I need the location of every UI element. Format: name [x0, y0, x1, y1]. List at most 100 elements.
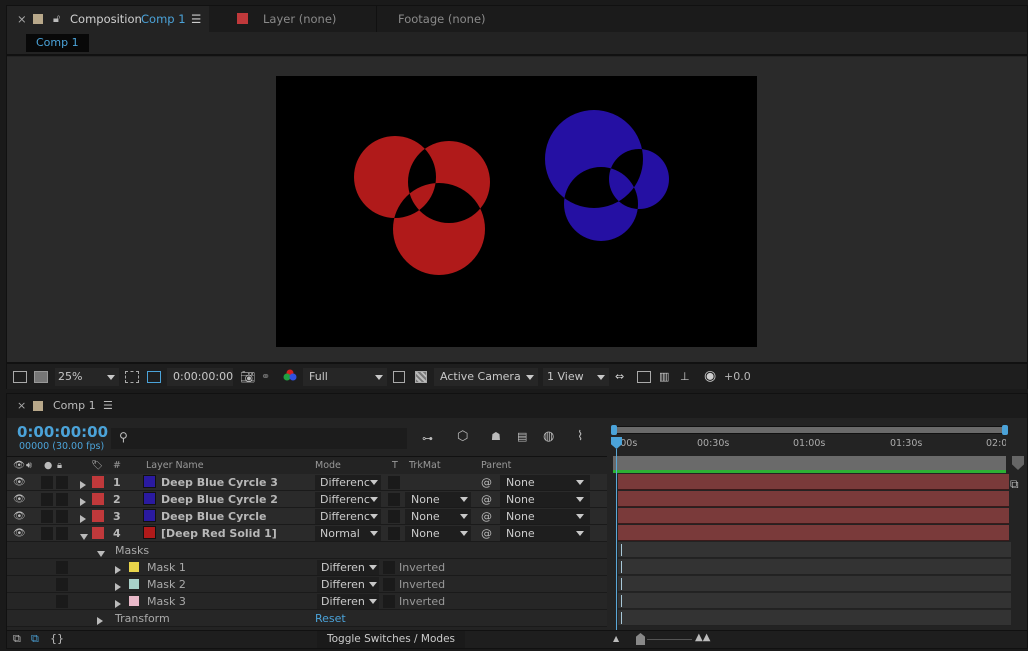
resolution-dropdown[interactable]: Full	[303, 368, 387, 386]
layer-row[interactable]: 👁︎ 2 Deep Blue Cyrcle 2 Differenc None @…	[7, 491, 607, 508]
eye-icon[interactable]: 👁︎	[13, 509, 26, 524]
zoom-in-icon[interactable]: ▲▲	[695, 632, 710, 643]
pick-whip-icon[interactable]: @	[481, 492, 492, 507]
region-of-interest-icon[interactable]	[125, 371, 139, 383]
time-ruler[interactable]: 0:00s 00:30s 01:00s 01:30s 02:00s	[611, 436, 1006, 454]
lock-icon[interactable]: 🔓︎	[53, 6, 60, 32]
layer-row[interactable]: 👁︎ 4 [Deep Red Solid 1] Normal None @ No…	[7, 525, 607, 542]
blend-mode-dropdown[interactable]: Differenc	[315, 492, 381, 507]
parent-dropdown[interactable]: None	[500, 526, 590, 541]
layer-name[interactable]: Deep Blue Cyrcle	[161, 509, 266, 524]
shy-layers-icon[interactable]: ☗	[491, 430, 501, 443]
show-snapshot-icon[interactable]: ⚭	[261, 368, 270, 386]
trkmat-dropdown[interactable]: None	[405, 509, 471, 524]
solo-switch[interactable]	[41, 527, 53, 540]
draft-3d-icon[interactable]: ⬡	[457, 429, 468, 444]
transform-row[interactable]: Transform Reset	[7, 610, 607, 627]
current-time[interactable]: 0:00:00:00	[17, 423, 108, 441]
blend-mode-dropdown[interactable]: Differenc	[315, 509, 381, 524]
mask-row[interactable]: Mask 2 Differen Inverted	[7, 576, 607, 593]
views-dropdown[interactable]: 1 View	[543, 368, 609, 386]
keyframe-ibeam-icon[interactable]	[621, 561, 625, 573]
mask-lock-switch[interactable]	[56, 595, 68, 608]
col-trkmat[interactable]: TrkMat	[409, 460, 441, 471]
mask-color-swatch[interactable]	[129, 596, 139, 606]
layer-switches-icon[interactable]: ⧉	[13, 632, 21, 646]
camera-dropdown[interactable]: Active Camera	[434, 368, 538, 386]
preserve-transparency-switch[interactable]	[388, 527, 400, 540]
mask-mode-dropdown[interactable]: Differen	[317, 560, 379, 575]
keyframe-ibeam-icon[interactable]	[621, 578, 625, 590]
frame-blending-icon[interactable]: ▤	[517, 430, 527, 443]
work-area-bar[interactable]	[613, 456, 1006, 470]
tab-footage[interactable]: Footage (none)	[376, 6, 576, 32]
solo-switch[interactable]	[41, 510, 53, 523]
navigator-start-handle[interactable]	[611, 425, 617, 435]
layer-duration-bar[interactable]	[618, 491, 1009, 507]
parent-dropdown[interactable]: None	[500, 475, 590, 490]
tab-layer[interactable]: Layer (none)	[217, 6, 375, 32]
blend-mode-dropdown[interactable]: Normal	[315, 526, 381, 541]
mask-lock-switch[interactable]	[56, 561, 68, 574]
trkmat-dropdown[interactable]: None	[405, 526, 471, 541]
monitor-icon[interactable]	[34, 371, 48, 383]
preserve-transparency-switch[interactable]	[388, 510, 400, 523]
solo-icon[interactable]: ●	[44, 460, 52, 471]
checkerboard-icon[interactable]	[415, 371, 427, 383]
mask-inverted-checkbox[interactable]	[383, 595, 395, 608]
keyframe-ibeam-icon[interactable]	[621, 595, 625, 607]
timecode-display[interactable]: 0:00:00:00	[167, 368, 233, 386]
eye-icon[interactable]: 👁︎	[13, 492, 26, 507]
pick-whip-icon[interactable]: @	[481, 475, 492, 490]
layer-duration-bar[interactable]	[618, 525, 1009, 541]
solo-switch[interactable]	[41, 476, 53, 489]
lock-switch[interactable]	[56, 510, 68, 523]
zoom-slider-handle[interactable]	[636, 633, 645, 645]
in-out-icon[interactable]: {}	[50, 632, 64, 645]
eye-icon[interactable]: 👁︎	[13, 475, 26, 490]
timeline-icon[interactable]: ▥	[659, 368, 669, 386]
flowchart-icon[interactable]: ⊥	[680, 368, 690, 386]
mask-color-swatch[interactable]	[129, 562, 139, 572]
panel-menu-icon[interactable]: ☰	[191, 6, 201, 32]
fast-draft-icon[interactable]	[637, 371, 651, 383]
lock-switch[interactable]	[56, 476, 68, 489]
audio-icon[interactable]: 🔊︎	[26, 460, 32, 471]
col-t[interactable]: T	[392, 460, 398, 471]
zoom-dropdown[interactable]: 25%	[55, 368, 119, 386]
transparency-grid-icon[interactable]	[147, 371, 161, 383]
toggle-pixel-aspect-icon[interactable]: ⇔	[615, 368, 624, 386]
mask-name[interactable]: Mask 1	[147, 560, 186, 575]
comp-marker-bin-icon[interactable]	[1012, 456, 1024, 470]
channels-rgb-icon[interactable]	[282, 368, 298, 386]
layer-search-input[interactable]: ⚲	[111, 428, 407, 449]
mask-inverted-checkbox[interactable]	[383, 578, 395, 591]
motion-blur-icon[interactable]: ◍	[543, 429, 554, 444]
layer-name[interactable]: Deep Blue Cyrcle 3	[161, 475, 278, 490]
label-color[interactable]	[92, 476, 104, 488]
close-icon[interactable]: ×	[17, 6, 27, 32]
col-mode[interactable]: Mode	[315, 460, 341, 471]
layer-duration-bar[interactable]	[618, 508, 1009, 524]
label-color[interactable]	[92, 527, 104, 539]
mask-row[interactable]: Mask 3 Differen Inverted	[7, 593, 607, 610]
mask-lock-switch[interactable]	[56, 578, 68, 591]
col-parent[interactable]: Parent	[481, 460, 511, 471]
parent-dropdown[interactable]: None	[500, 509, 590, 524]
timeline-tab-label[interactable]: Comp 1	[53, 399, 96, 412]
video-toggle-icon[interactable]: 👁︎	[13, 460, 25, 471]
lock-switch[interactable]	[56, 493, 68, 506]
toggle-switches-modes-button[interactable]: Toggle Switches / Modes	[317, 631, 465, 648]
masks-group-row[interactable]: Masks	[7, 542, 607, 559]
label-color[interactable]	[92, 493, 104, 505]
layer-duration-bar[interactable]	[618, 474, 1009, 490]
pick-whip-icon[interactable]: @	[481, 509, 492, 524]
graph-editor-icon[interactable]: ⌇	[577, 429, 583, 444]
layer-name[interactable]: Deep Blue Cyrcle 2	[161, 492, 278, 507]
keyframe-ibeam-icon[interactable]	[621, 612, 625, 624]
composition-mini-flowchart-icon[interactable]: ⊶	[422, 432, 433, 445]
col-layer-name[interactable]: Layer Name	[146, 460, 204, 471]
mask-mode-dropdown[interactable]: Differen	[317, 577, 379, 592]
lock-switch[interactable]	[56, 527, 68, 540]
transfer-controls-icon[interactable]: ⧉	[31, 632, 39, 646]
